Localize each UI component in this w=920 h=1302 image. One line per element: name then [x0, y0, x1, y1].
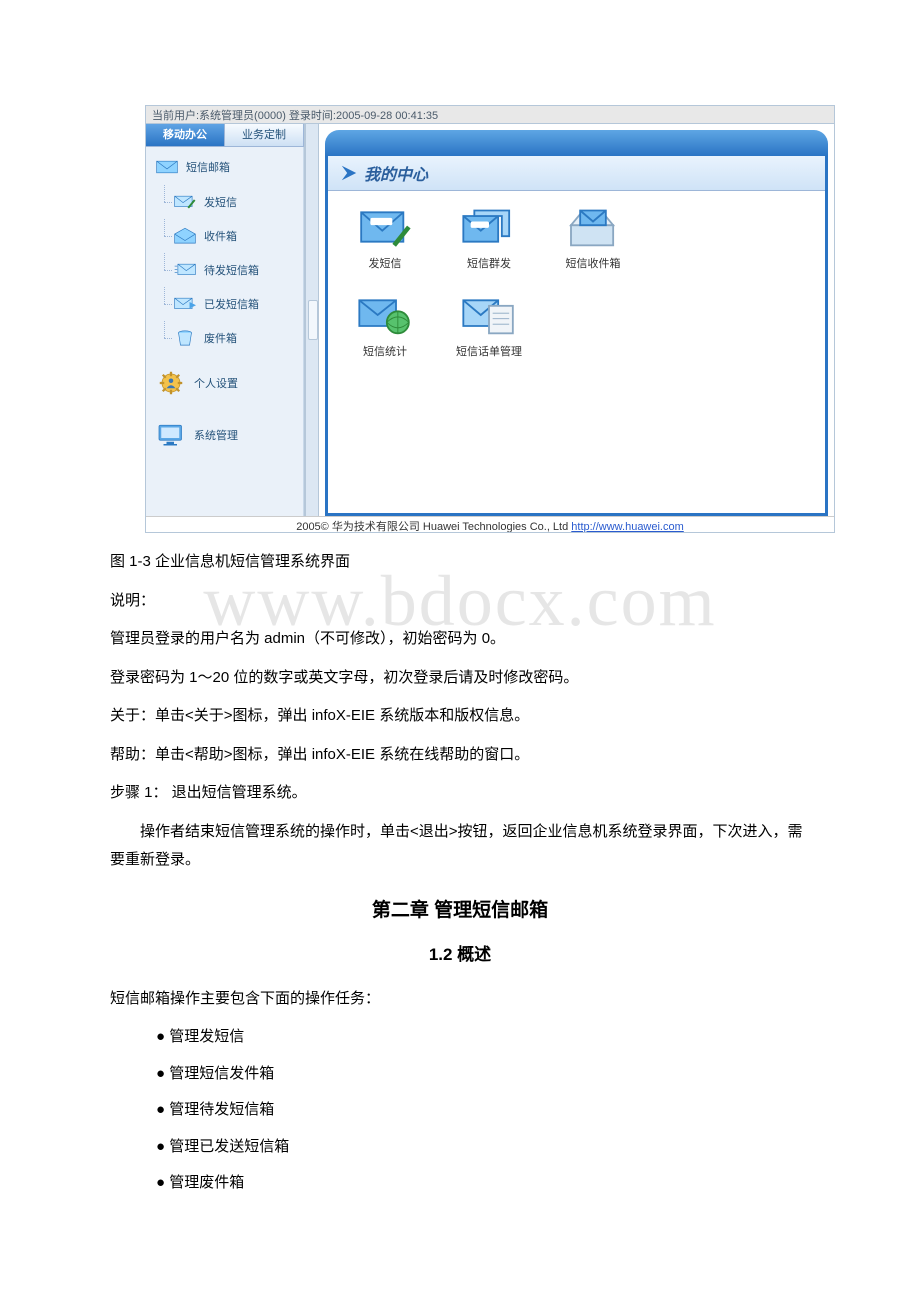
- envelope-stack-icon: [461, 205, 517, 249]
- tile-label: 短信统计: [346, 343, 424, 359]
- bullet-item: ● 管理发短信: [156, 1023, 810, 1052]
- envelope-out-icon: [174, 295, 196, 313]
- arrow-icon: [340, 164, 358, 182]
- section-title-text: 我的中心: [364, 161, 428, 185]
- sidebar-send-sms[interactable]: 发短信: [146, 185, 303, 219]
- tile-send-sms[interactable]: 发短信: [346, 205, 424, 271]
- sidebar-item-label: 收件箱: [204, 228, 237, 244]
- tab-business-custom[interactable]: 业务定制: [225, 124, 304, 146]
- bullet-item: ● 管理已发送短信箱: [156, 1133, 810, 1162]
- note-line: 登录密码为 1～20 位的数字或英文字母，初次登录后请及时修改密码。: [110, 664, 810, 693]
- tile-label: 短信话单管理: [450, 343, 528, 359]
- envelope-lines-icon: [174, 261, 196, 279]
- overview-intro: 短信邮箱操作主要包含下面的操作任务：: [110, 985, 810, 1014]
- tab-mobile-office[interactable]: 移动办公: [146, 124, 225, 146]
- sidebar-item-label: 短信邮箱: [186, 159, 230, 175]
- sidebar-item-label: 系统管理: [194, 427, 238, 443]
- splitter-handle[interactable]: [305, 124, 319, 516]
- envelope-globe-icon: [357, 293, 413, 337]
- sidebar-sms-mailbox[interactable]: 短信邮箱: [146, 149, 303, 185]
- note-label: 说明：: [110, 587, 810, 616]
- tile-sms-stats[interactable]: 短信统计: [346, 293, 424, 359]
- sidebar-system-management[interactable]: 系统管理: [146, 417, 303, 453]
- sidebar-sent[interactable]: 已发短信箱: [146, 287, 303, 321]
- main-topbar: [325, 130, 828, 156]
- tile-label: 短信群发: [450, 255, 528, 271]
- envelope-open-icon: [174, 227, 196, 245]
- envelope-pen-icon: [174, 193, 196, 211]
- trash-icon: [174, 329, 196, 347]
- envelope-list-icon: [461, 293, 517, 337]
- section-heading: 1.2 概述: [110, 939, 810, 971]
- bullet-item: ● 管理废件箱: [156, 1169, 810, 1198]
- tile-label: 发短信: [346, 255, 424, 271]
- sidebar-item-label: 废件箱: [204, 330, 237, 346]
- footer-link[interactable]: http://www.huawei.com: [571, 521, 684, 533]
- bullet-item: ● 管理短信发件箱: [156, 1060, 810, 1089]
- note-line: 关于：单击<关于>图标，弹出 infoX-EIE 系统版本和版权信息。: [110, 702, 810, 731]
- tile-sms-cdr[interactable]: 短信话单管理: [450, 293, 528, 359]
- note-line: 帮助：单击<帮助>图标，弹出 infoX-EIE 系统在线帮助的窗口。: [110, 741, 810, 770]
- envelope-icon: [156, 158, 178, 176]
- paragraph: 操作者结束短信管理系统的操作时，单击<退出>按钮，返回企业信息机系统登录界面，下…: [110, 818, 810, 875]
- sidebar-outbox-pending[interactable]: 待发短信箱: [146, 253, 303, 287]
- sidebar-trash[interactable]: 废件箱: [146, 321, 303, 355]
- sidebar-item-label: 已发短信箱: [204, 296, 259, 312]
- sidebar: 移动办公 业务定制 短信邮箱 发短信: [146, 124, 305, 516]
- sidebar-item-label: 发短信: [204, 194, 237, 210]
- bullet-item: ● 管理待发短信箱: [156, 1096, 810, 1125]
- sidebar-item-label: 待发短信箱: [204, 262, 259, 278]
- sidebar-inbox[interactable]: 收件箱: [146, 219, 303, 253]
- figure-caption: 图 1-3 企业信息机短信管理系统界面: [110, 548, 810, 577]
- tile-sms-group[interactable]: 短信群发: [450, 205, 528, 271]
- step-line: 步骤 1： 退出短信管理系统。: [110, 779, 810, 808]
- tile-sms-inbox[interactable]: 短信收件箱: [554, 205, 632, 271]
- envelope-pen-icon: [357, 205, 413, 249]
- envelope-box-icon: [565, 205, 621, 249]
- gear-person-icon: [156, 370, 186, 396]
- sidebar-personal-settings[interactable]: 个人设置: [146, 365, 303, 401]
- section-title: 我的中心: [328, 156, 825, 191]
- monitor-icon: [156, 422, 186, 448]
- app-screenshot: 当前用户:系统管理员(0000) 登录时间:2005-09-28 00:41:3…: [145, 105, 835, 533]
- note-line: 管理员登录的用户名为 admin（不可修改），初始密码为 0。: [110, 625, 810, 654]
- chapter-title: 第二章 管理短信邮箱: [110, 893, 810, 929]
- footer-text: 2005© 华为技术有限公司 Huawei Technologies Co., …: [296, 521, 571, 533]
- app-footer: 2005© 华为技术有限公司 Huawei Technologies Co., …: [146, 516, 834, 533]
- status-bar: 当前用户:系统管理员(0000) 登录时间:2005-09-28 00:41:3…: [146, 106, 834, 124]
- tile-label: 短信收件箱: [554, 255, 632, 271]
- main-area: 我的中心 发短信: [319, 124, 834, 516]
- sidebar-item-label: 个人设置: [194, 375, 238, 391]
